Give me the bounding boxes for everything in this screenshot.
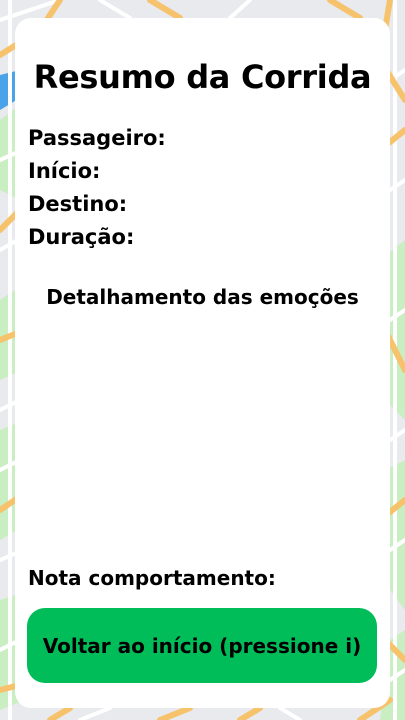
destination-label: Destino: <box>28 192 128 216</box>
start-label: Início: <box>28 159 101 183</box>
passenger-label: Passageiro: <box>28 126 166 150</box>
back-home-button[interactable]: Voltar ao início (pressione i) <box>27 608 377 683</box>
ride-summary-card: Resumo da Corrida Passageiro: Início: De… <box>15 18 390 708</box>
ride-summary-screen: Resumo da Corrida Passageiro: Início: De… <box>0 0 405 720</box>
emotions-detail-area <box>28 323 377 558</box>
page-title: Resumo da Corrida <box>33 58 372 96</box>
duration-label: Duração: <box>28 225 135 249</box>
behavior-score-label: Nota comportamento: <box>28 566 276 590</box>
ride-info-list: Passageiro: Início: Destino: Duração: <box>28 122 166 254</box>
emotions-section-title: Detalhamento das emoções <box>46 285 359 309</box>
